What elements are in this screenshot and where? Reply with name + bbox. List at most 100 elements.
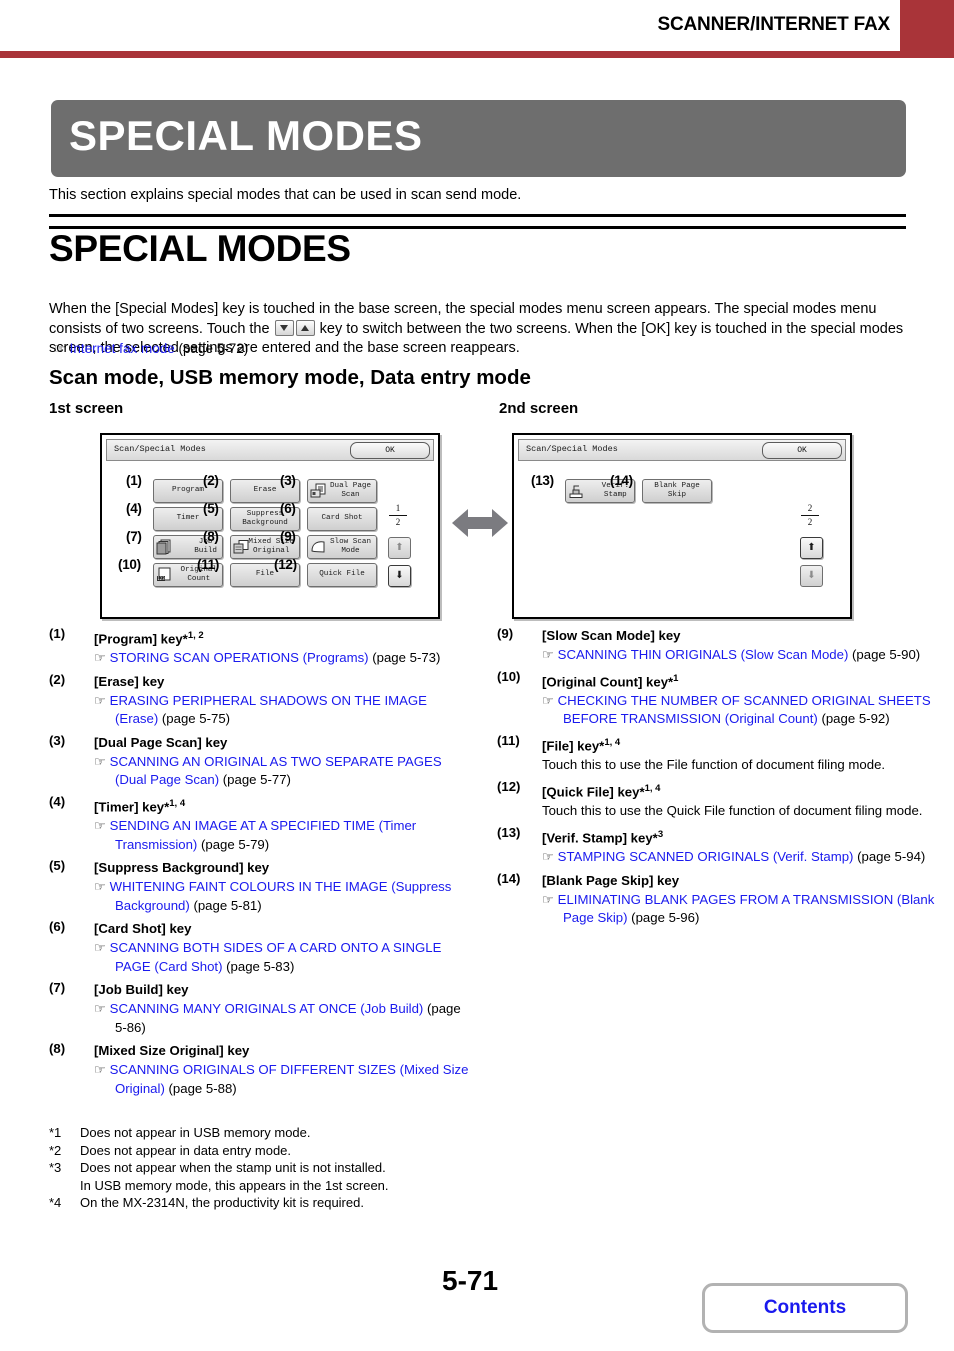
callout-1: (1) <box>126 473 142 488</box>
contents-button[interactable]: Contents <box>702 1283 908 1333</box>
pointing-hand-icon: ☞ <box>94 692 106 708</box>
subsection-heading: Scan mode, USB memory mode, Data entry m… <box>49 366 531 389</box>
list-item-number: (3) <box>49 732 66 748</box>
list-item: (14) [Blank Page Skip] key ☞ ELIMINATING BL… <box>497 871 937 931</box>
callout-14: (14) <box>610 473 633 488</box>
list-item-crossref[interactable]: ☞ SENDING AN IMAGE AT A SPECIFIED TIME (T… <box>94 816 469 857</box>
callout-3: (3) <box>280 473 296 488</box>
list-item: (6) [Card Shot] key ☞ SCANNING BOTH SIDES O… <box>49 919 469 979</box>
panel1-title-text: Scan/Special Modes <box>114 444 206 454</box>
crossref-page: (page 5-96) <box>627 910 700 926</box>
pointing-hand-icon: ☞ <box>542 891 554 907</box>
crossref-link-text[interactable]: STORING SCAN OPERATIONS (Programs) <box>110 650 369 665</box>
header-accent-block <box>900 0 954 58</box>
callout-12: (12) <box>274 557 297 572</box>
list-item: (11) [File] key*1, 4 Touch this to use the… <box>497 733 937 778</box>
list-item-crossref[interactable]: ☞ ELIMINATING BLANK PAGES FROM A TRANSMIS… <box>542 890 937 931</box>
list-item-crossref[interactable]: ☞ SCANNING MANY ORIGINALS AT ONCE (Job Bu… <box>94 999 469 1040</box>
list-item: (3) [Dual Page Scan] key ☞ SCANNING AN ORIG… <box>49 733 469 793</box>
callout-11: (11) <box>197 557 220 572</box>
list-item-key-name: [Erase] key <box>94 673 165 689</box>
crossref-link-text[interactable]: SCANNING THIN ORIGINALS (Slow Scan Mode) <box>558 647 849 662</box>
crossref-link-text[interactable]: Internet fax mode <box>70 341 175 356</box>
list-item-crossref[interactable]: ☞ SCANNING AN ORIGINAL AS TWO SEPARATE PA… <box>94 752 469 793</box>
list-item-key-name: [Timer] key*1, 4 <box>94 797 186 815</box>
section-divider <box>49 214 906 229</box>
panel2-ok-button[interactable]: OK <box>762 442 842 459</box>
page-number: 5-71 <box>442 1265 499 1296</box>
list-item-crossref[interactable]: ☞ SCANNING THIN ORIGINALS (Slow Scan Mode… <box>542 645 937 668</box>
screen1-label: 1st screen <box>49 400 124 417</box>
panel2-key-blank-page-skip[interactable]: Blank Page Skip <box>642 479 712 503</box>
list-item-key-name: [File] key*1, 4 <box>542 736 621 754</box>
panel1-key-quick-file[interactable]: Quick File <box>307 563 377 587</box>
panel2-scroll-up-button[interactable]: ⬆ <box>800 537 823 559</box>
callout-4: (4) <box>126 501 142 516</box>
list-item-number: (7) <box>49 980 66 996</box>
list-item-footnote-mark: 1, 4 <box>604 736 621 748</box>
panel1-scroll-down-button[interactable]: ⬇ <box>388 565 411 587</box>
crossref-link-text[interactable]: SCANNING ORIGINALS OF DIFFERENT SIZES (M… <box>110 1062 469 1096</box>
list-item-crossref[interactable]: ☞ STORING SCAN OPERATIONS (Programs) (pag… <box>94 648 469 671</box>
pointing-hand-icon: ☞ <box>54 341 66 356</box>
list-item-number: (12) <box>497 778 521 794</box>
list-item: (4) [Timer] key*1, 4 ☞ SENDING AN IMAGE AT … <box>49 794 469 857</box>
footnote-text: Does not appear when the stamp unit is n… <box>80 1160 386 1175</box>
panel1-key-slow-scan-mode[interactable]: Slow Scan Mode <box>307 535 377 559</box>
panel2-page-indicator: 2 2 <box>797 503 823 528</box>
panel1-key-card-shot[interactable]: Card Shot <box>307 507 377 531</box>
list-item-key-name: [Quick File] key*1, 4 <box>542 782 661 800</box>
footnote: *2 Does not appear in data entry mode. <box>49 1142 529 1160</box>
pointing-hand-icon: ☞ <box>94 753 106 769</box>
list-item-key-name: [Card Shot] key <box>94 921 192 937</box>
list-item-key-name: [Slow Scan Mode] key <box>542 628 681 643</box>
mixed-size-original-icon <box>233 539 250 555</box>
panel1-scroll-up-button[interactable]: ⬆ <box>388 537 411 559</box>
panel1-page-total: 2 <box>395 517 401 527</box>
crossref-page: (page 5-75) <box>158 711 231 727</box>
list-item-key-name: [Original Count] key*1 <box>542 672 679 689</box>
callout-5: (5) <box>203 501 219 516</box>
crossref-link-text[interactable]: STAMPING SCANNED ORIGINALS (Verif. Stamp… <box>558 849 854 864</box>
pointing-hand-icon: ☞ <box>94 940 106 956</box>
crossref-page: (page 5-79) <box>197 836 270 852</box>
crossref-link-text[interactable]: ELIMINATING BLANK PAGES FROM A TRANSMISS… <box>558 892 935 926</box>
list-item-crossref[interactable]: ☞ STAMPING SCANNED ORIGINALS (Verif. Stam… <box>542 847 937 870</box>
list-item-crossref[interactable]: ☞ CHECKING THE NUMBER OF SCANNED ORIGINAL… <box>542 691 937 732</box>
list-item: (2) [Erase] key ☞ ERASING PERIPHERAL SHADOW… <box>49 672 469 732</box>
footnote-mark: *3 <box>49 1160 62 1175</box>
panel1-titlebar: Scan/Special Modes OK <box>106 439 434 461</box>
list-item-number: (9) <box>497 626 514 641</box>
crossref-link-text[interactable]: WHITENING FAINT COLOURS IN THE IMAGE (Su… <box>110 879 452 913</box>
list-item-description: Touch this to use the File function of d… <box>542 757 886 773</box>
crossref-link-text[interactable]: SCANNING MANY ORIGINALS AT ONCE (Job Bui… <box>110 1001 424 1016</box>
list-item: (8) [Mixed Size Original] key ☞ SCANNING OR… <box>49 1041 469 1101</box>
list-item-key-name: [Dual Page Scan] key <box>94 734 228 750</box>
crossref-page: (page 5-77) <box>219 772 291 788</box>
internet-fax-mode-crossref[interactable]: ☞ Internet fax mode (page 5-72) <box>54 341 248 357</box>
crossref-page: (page 5-88) <box>164 1080 237 1096</box>
panel1-ok-button[interactable]: OK <box>350 442 430 459</box>
list-item-crossref[interactable]: ☞ SCANNING BOTH SIDES OF A CARD ONTO A SI… <box>94 938 469 979</box>
list-item-description: Touch this to use the Quick File functio… <box>542 803 923 819</box>
page-up-key-glyph <box>295 319 315 336</box>
intro-text: This section explains special modes that… <box>49 187 522 203</box>
callout-2: (2) <box>203 473 219 488</box>
footnote-text-continued: In USB memory mode, this appears in the … <box>80 1177 389 1193</box>
callout-8: (8) <box>203 529 219 544</box>
panel2-scroll-down-button[interactable]: ⬇ <box>800 565 823 587</box>
list-item-crossref[interactable]: ☞ WHITENING FAINT COLOURS IN THE IMAGE (S… <box>94 877 469 918</box>
list-item-key-name: [Mixed Size Original] key <box>94 1043 250 1059</box>
page-header: SCANNER/INTERNET FAX <box>0 0 954 58</box>
footnote-mark: *4 <box>49 1195 62 1210</box>
crossref-page: (page 5-94) <box>853 849 926 865</box>
callout-13: (13) <box>531 473 554 488</box>
list-item-crossref[interactable]: ☞ SCANNING ORIGINALS OF DIFFERENT SIZES (… <box>94 1060 469 1101</box>
footnote-text: Does not appear in data entry mode. <box>80 1142 292 1158</box>
list-item-crossref[interactable]: ☞ ERASING PERIPHERAL SHADOWS ON THE IMAGE… <box>94 691 469 732</box>
list-item-number: (2) <box>49 671 66 687</box>
crossref-page: (page 5-72) <box>178 341 249 356</box>
panel1-key-dual-page-scan[interactable]: Dual Page Scan <box>307 479 377 503</box>
chapter-banner-title: SPECIAL MODES <box>69 112 423 159</box>
footnote-text: Does not appear in USB memory mode. <box>80 1125 311 1140</box>
